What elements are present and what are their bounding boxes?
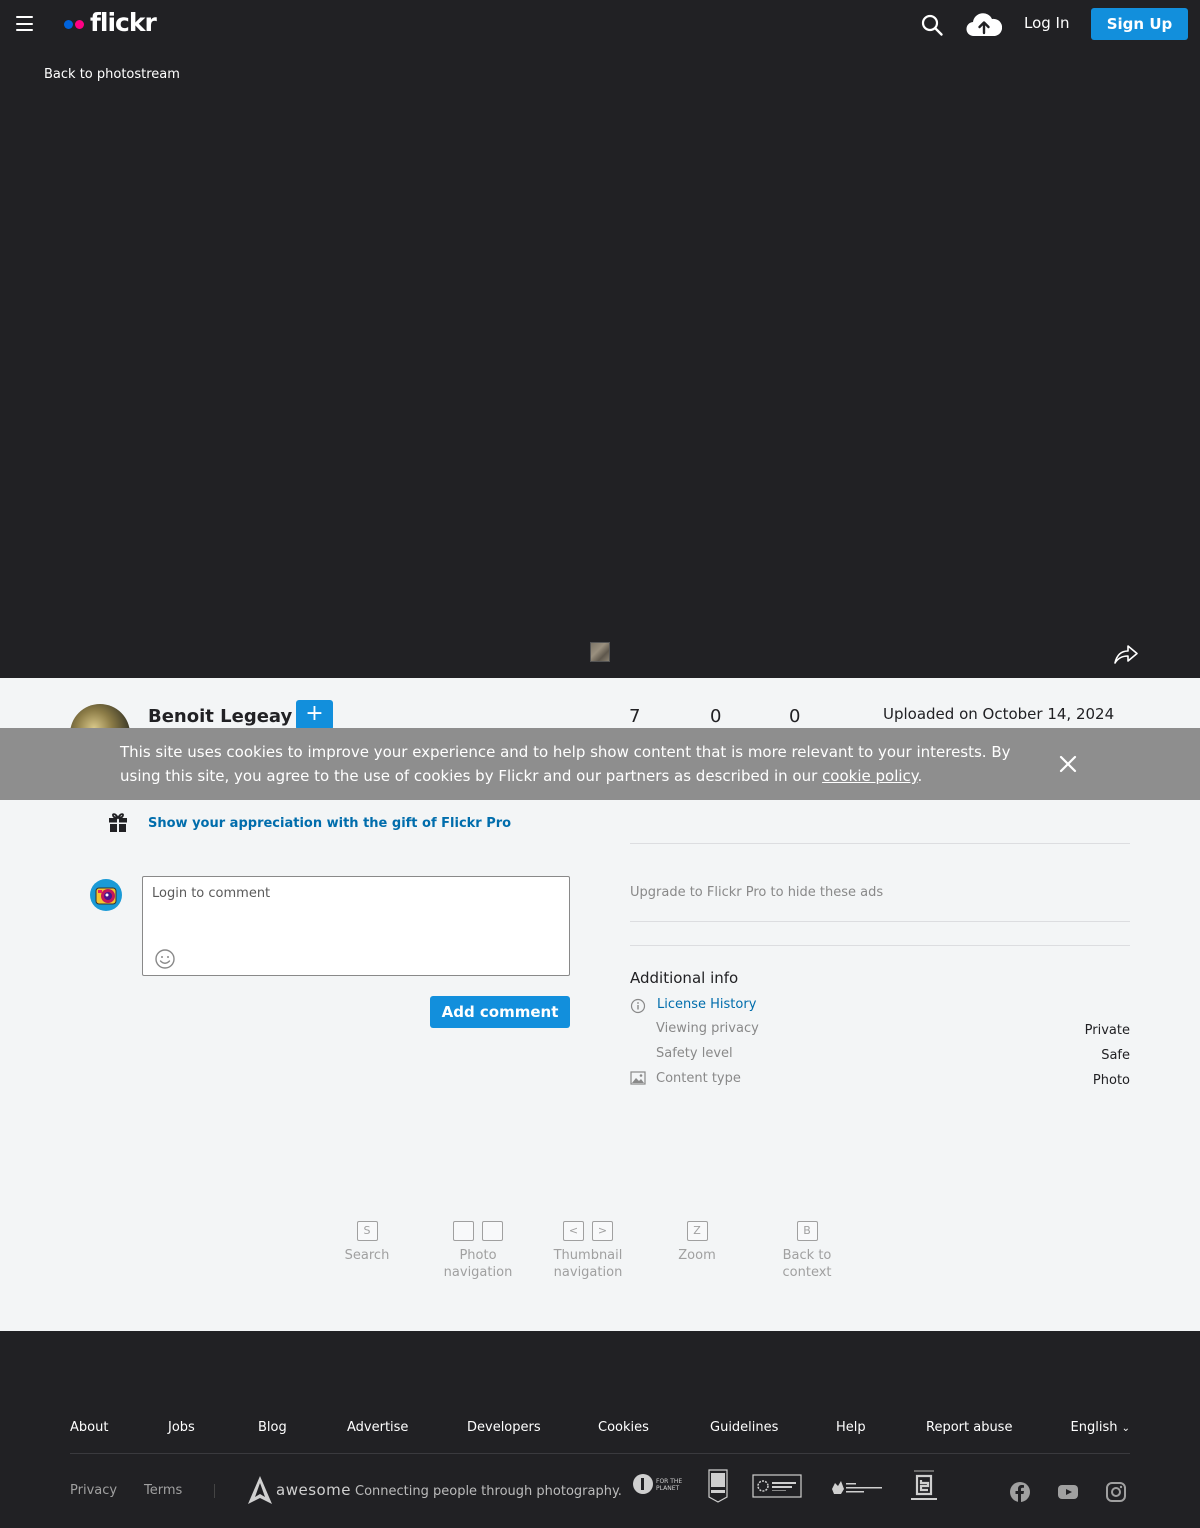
photo-attribution: Benoit Legeay + 7 0 0 Uploaded on Octobe… xyxy=(0,678,1200,728)
share-icon[interactable] xyxy=(1113,642,1139,666)
owner-name[interactable]: Benoit Legeay xyxy=(148,706,292,727)
footer-link-jobs[interactable]: Jobs xyxy=(168,1420,195,1435)
footer-separator xyxy=(214,1484,215,1498)
shortcut-label: Zoom xyxy=(678,1248,716,1263)
flickr-logo[interactable]: flickr xyxy=(64,7,157,39)
key-z: Z xyxy=(686,1221,708,1241)
add-comment-button[interactable]: Add comment xyxy=(430,996,570,1028)
comment-input[interactable]: Login to comment xyxy=(142,876,570,976)
footer: About Jobs Blog Advertise Developers Coo… xyxy=(0,1331,1200,1528)
key-left-arrow xyxy=(453,1221,474,1241)
footer-link-help[interactable]: Help xyxy=(836,1420,866,1435)
comment-placeholder: Login to comment xyxy=(152,886,271,901)
svg-text:PLANET: PLANET xyxy=(656,1485,679,1492)
shortcut-thumbnail-navigation: < > Thumbnail navigation xyxy=(546,1221,630,1281)
shortcut-photo-navigation: Photo navigation xyxy=(440,1221,516,1281)
footer-link-advertise[interactable]: Advertise xyxy=(347,1420,408,1435)
svg-text:FOR THE: FOR THE xyxy=(656,1478,682,1485)
smugmug-awesome-logo-icon[interactable] xyxy=(247,1475,273,1505)
language-selector[interactable]: English ⌄ xyxy=(1071,1420,1130,1435)
upgrade-to-hide-ads-link[interactable]: Upgrade to Flickr Pro to hide these ads xyxy=(630,885,883,900)
footer-link-about[interactable]: About xyxy=(70,1420,108,1435)
footer-tagline: Connecting people through photography. xyxy=(355,1484,622,1499)
facebook-icon[interactable] xyxy=(1009,1481,1031,1503)
stat-views: 7 xyxy=(629,706,641,727)
key-right-arrow xyxy=(482,1221,503,1241)
footer-link-report-abuse[interactable]: Report abuse xyxy=(926,1420,1012,1435)
safety-level-value: Safe xyxy=(1101,1048,1130,1063)
chevron-down-icon: ⌄ xyxy=(1121,1423,1130,1434)
close-icon[interactable] xyxy=(1059,755,1077,773)
content-type-label: Content type xyxy=(656,1071,741,1086)
footer-link-developers[interactable]: Developers xyxy=(467,1420,541,1435)
viewing-privacy-label: Viewing privacy xyxy=(656,1021,759,1036)
stat-comments: 0 xyxy=(789,706,801,727)
photo-viewer: Back to photostream xyxy=(0,48,1200,678)
shortcut-label: Search xyxy=(344,1248,390,1263)
key-b: B xyxy=(796,1221,818,1241)
footer-link-cookies[interactable]: Cookies xyxy=(598,1420,649,1435)
upload-cloud-icon[interactable] xyxy=(966,11,1002,37)
shortcut-zoom: Z Zoom xyxy=(667,1221,727,1264)
follow-button[interactable]: + xyxy=(296,700,333,728)
logo-blue-dot xyxy=(64,19,73,29)
instagram-icon[interactable] xyxy=(1105,1481,1127,1503)
one-percent-for-the-planet-badge-icon[interactable]: FOR THE PLANET xyxy=(632,1471,686,1497)
divider xyxy=(630,843,1130,844)
emoji-icon[interactable] xyxy=(154,948,176,970)
shortcut-label: Thumbnail navigation xyxy=(553,1248,623,1280)
footer-link-privacy[interactable]: Privacy xyxy=(70,1483,117,1498)
cookie-policy-link[interactable]: cookie policy xyxy=(822,767,917,785)
footer-link-terms[interactable]: Terms xyxy=(144,1483,182,1498)
shortcut-back-to-context: B Back to context xyxy=(772,1221,842,1281)
footer-link-guidelines[interactable]: Guidelines xyxy=(710,1420,778,1435)
evergreen-certified-badge-icon[interactable] xyxy=(908,1469,940,1503)
viewing-privacy-value: Private xyxy=(1084,1023,1130,1038)
divider xyxy=(630,921,1130,922)
cookie-banner: This site uses cookies to improve your e… xyxy=(0,728,1200,800)
content-type-value: Photo xyxy=(1092,1073,1130,1088)
signup-button[interactable]: Sign Up xyxy=(1091,8,1188,40)
additional-info-title: Additional info xyxy=(630,969,739,987)
gift-icon xyxy=(109,813,127,832)
upload-date: Uploaded on October 14, 2024 xyxy=(883,705,1115,723)
divider xyxy=(630,945,1130,946)
language-label: English xyxy=(1070,1420,1118,1435)
logo-wordmark: flickr xyxy=(90,7,157,37)
footer-divider xyxy=(70,1453,1130,1454)
photo-thumbnail[interactable] xyxy=(590,642,610,662)
image-icon xyxy=(630,1071,646,1085)
youtube-icon[interactable] xyxy=(1057,1481,1079,1503)
shortcut-label: Photo navigation xyxy=(443,1248,513,1280)
shortcut-label: Back to context xyxy=(782,1248,832,1280)
menu-icon[interactable] xyxy=(16,16,33,31)
owner-avatar[interactable] xyxy=(70,704,130,728)
license-history-link[interactable]: License History xyxy=(657,997,756,1012)
cookie-message-end: . xyxy=(917,767,923,785)
gift-pro-link[interactable]: Show your appreciation with the gift of … xyxy=(148,816,511,831)
climate-neutral-badge-icon[interactable] xyxy=(752,1474,802,1498)
conservation-alliance-badge-icon[interactable] xyxy=(830,1477,886,1499)
top-navigation: flickr Log In Sign Up xyxy=(0,0,1200,48)
key-greater-than: > xyxy=(592,1221,613,1241)
key-s: S xyxy=(356,1221,378,1241)
awesome-wordmark: awesome xyxy=(276,1481,352,1499)
search-icon[interactable] xyxy=(920,13,944,37)
back-to-photostream-link[interactable]: Back to photostream xyxy=(44,67,180,82)
cookie-text: This site uses cookies to improve your e… xyxy=(120,740,1030,788)
camera-avatar-icon xyxy=(95,887,117,905)
login-link[interactable]: Log In xyxy=(1024,14,1070,32)
safety-level-label: Safety level xyxy=(656,1046,733,1061)
stat-faves: 0 xyxy=(710,706,722,727)
logo-pink-dot xyxy=(75,19,84,29)
key-less-than: < xyxy=(563,1221,584,1241)
user-avatar xyxy=(90,879,122,911)
great-place-to-work-badge-icon[interactable] xyxy=(708,1469,728,1503)
shortcut-search: S Search xyxy=(337,1221,397,1264)
info-icon xyxy=(630,998,646,1014)
footer-link-blog[interactable]: Blog xyxy=(258,1420,287,1435)
